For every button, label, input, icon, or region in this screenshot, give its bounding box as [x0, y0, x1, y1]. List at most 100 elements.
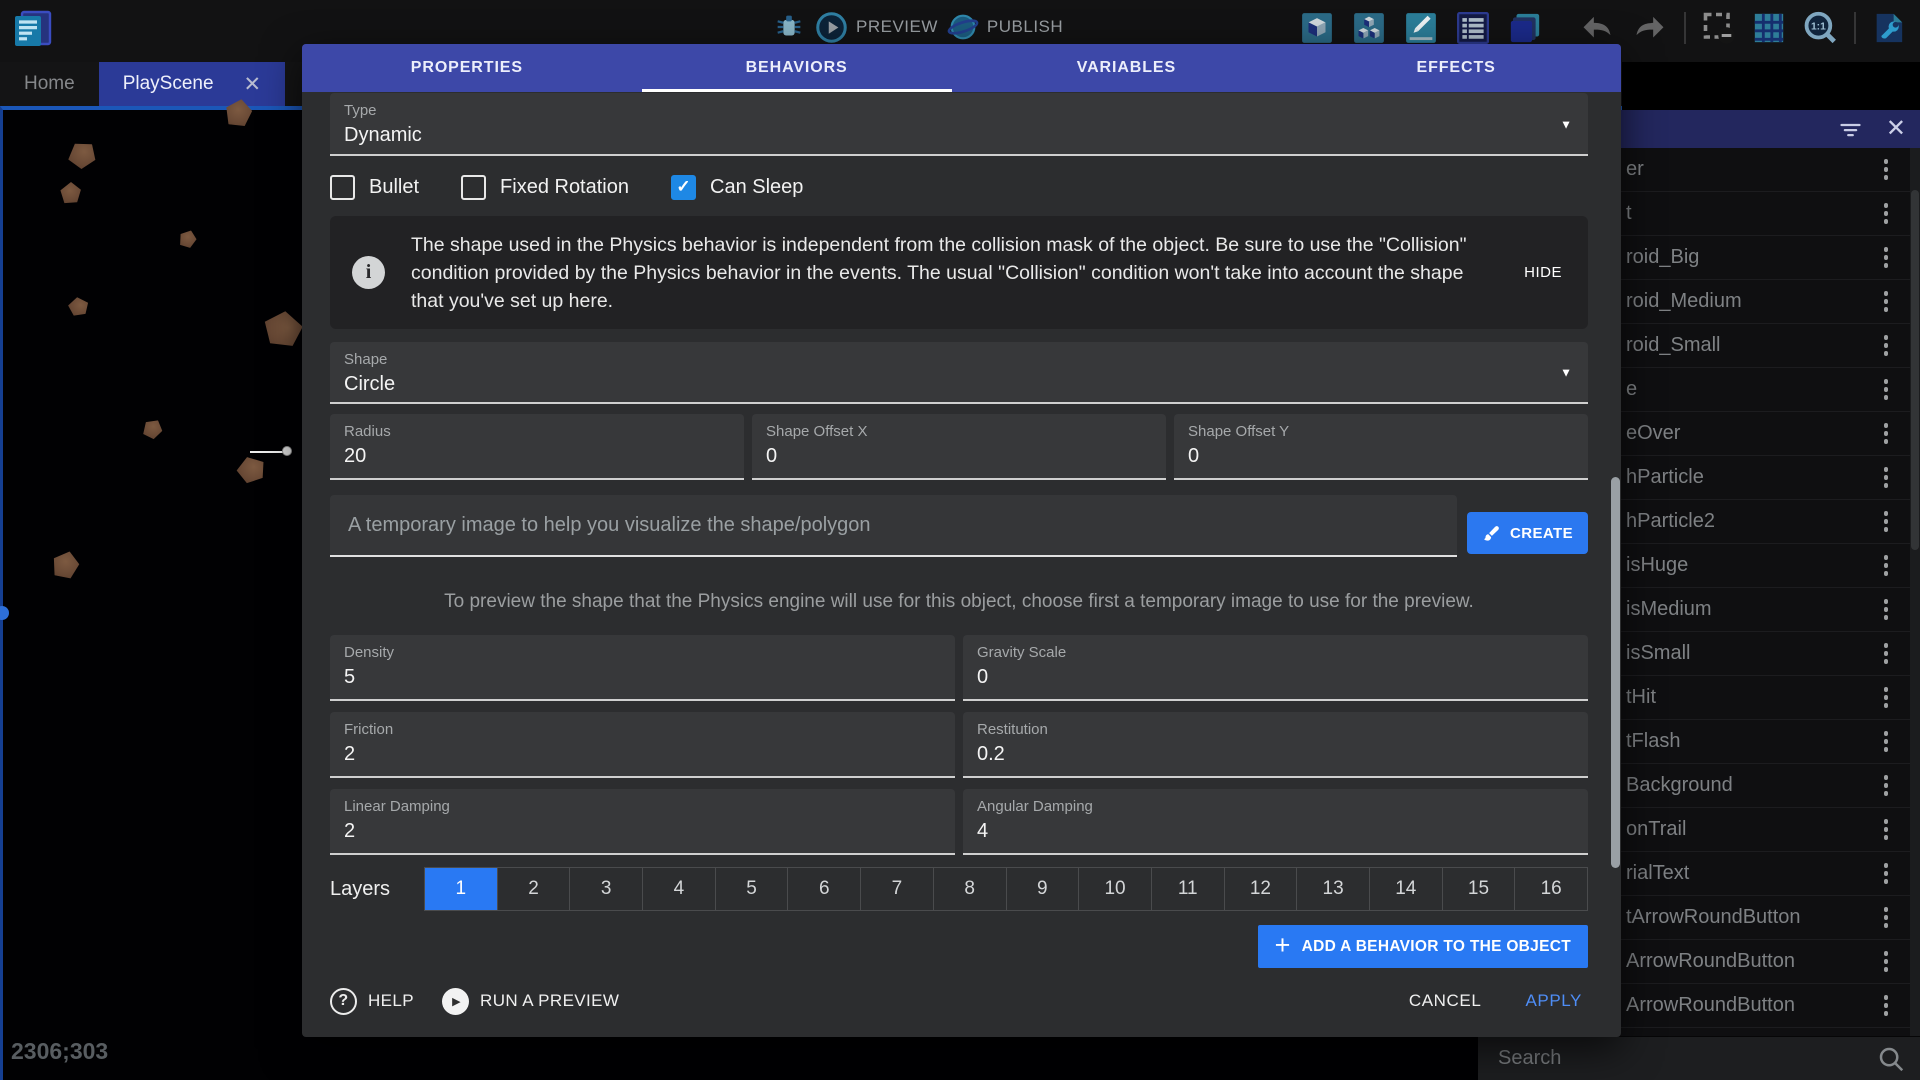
publish-button[interactable]: PUBLISH — [947, 11, 1063, 43]
asteroid-sprite[interactable] — [233, 451, 272, 490]
undo-icon[interactable] — [1578, 9, 1616, 47]
close-tab-icon[interactable]: ✕ — [244, 74, 262, 95]
item-menu-icon[interactable] — [1884, 863, 1889, 884]
layer-button-6[interactable]: 6 — [788, 868, 861, 910]
layer-button-5[interactable]: 5 — [716, 868, 789, 910]
layer-button-4[interactable]: 4 — [643, 868, 716, 910]
hide-button[interactable]: HIDE — [1512, 264, 1574, 281]
dialog-tab-variables[interactable]: VARIABLES — [962, 44, 1292, 92]
checkbox-unchecked-icon[interactable] — [461, 175, 486, 200]
tab-home[interactable]: Home — [0, 62, 99, 106]
redo-icon[interactable] — [1631, 9, 1669, 47]
checkbox-checked-icon[interactable]: ✓ — [671, 175, 696, 200]
layer-button-14[interactable]: 14 — [1370, 868, 1443, 910]
item-menu-icon[interactable] — [1884, 335, 1889, 356]
field-restitution[interactable]: Restitution0.2 — [963, 712, 1588, 778]
project-settings-icon[interactable] — [1871, 11, 1905, 45]
events-sheet-icon[interactable] — [1456, 11, 1490, 45]
item-menu-icon[interactable] — [1884, 467, 1889, 488]
item-menu-icon[interactable] — [1884, 555, 1889, 576]
layer-button-3[interactable]: 3 — [570, 868, 643, 910]
search-input[interactable] — [1496, 1046, 1876, 1071]
create-button[interactable]: CREATE — [1467, 512, 1588, 554]
shape-dropdown[interactable]: Shape Circle ▼ — [330, 342, 1588, 404]
preview-button[interactable]: PREVIEW — [815, 11, 938, 44]
tab-playscene[interactable]: PlayScene✕ — [99, 62, 285, 106]
zoom-one-to-one-icon[interactable]: 1:1 — [1801, 9, 1839, 47]
selection-handle[interactable] — [282, 446, 292, 456]
item-menu-icon[interactable] — [1884, 203, 1889, 224]
layers-icon[interactable] — [1508, 11, 1542, 45]
run-preview-button[interactable]: ▶ RUN A PREVIEW — [442, 988, 619, 1015]
checkbox-unchecked-icon[interactable] — [330, 175, 355, 200]
dialog-tab-properties[interactable]: PROPERTIES — [302, 44, 632, 92]
item-menu-icon[interactable] — [1884, 379, 1889, 400]
asteroid-sprite[interactable] — [49, 548, 83, 582]
help-button[interactable]: ? HELP — [330, 988, 414, 1015]
layer-button-1[interactable]: 1 — [425, 868, 498, 910]
layer-button-15[interactable]: 15 — [1443, 868, 1516, 910]
item-menu-icon[interactable] — [1884, 291, 1889, 312]
item-menu-icon[interactable] — [1884, 775, 1889, 796]
layer-button-7[interactable]: 7 — [861, 868, 934, 910]
item-menu-icon[interactable] — [1884, 643, 1889, 664]
asteroid-sprite[interactable] — [66, 294, 93, 321]
cancel-button[interactable]: CANCEL — [1409, 991, 1482, 1011]
field-shape-offset-x[interactable]: Shape Offset X0 — [752, 414, 1166, 480]
type-dropdown[interactable]: Type Dynamic ▼ — [330, 93, 1588, 156]
layer-button-8[interactable]: 8 — [934, 868, 1007, 910]
add-behavior-button[interactable]: + ADD A BEHAVIOR TO THE OBJECT — [1258, 925, 1588, 968]
dialog-tab-behaviors[interactable]: BEHAVIORS — [632, 44, 962, 92]
field-friction[interactable]: Friction2 — [330, 712, 955, 778]
field-gravity-scale[interactable]: Gravity Scale0 — [963, 635, 1588, 701]
temp-image-input[interactable] — [346, 513, 1441, 538]
checkbox-bullet[interactable]: Bullet — [330, 175, 419, 200]
deselect-icon[interactable] — [1701, 10, 1737, 46]
item-menu-icon[interactable] — [1884, 995, 1889, 1016]
item-menu-icon[interactable] — [1884, 819, 1889, 840]
item-menu-icon[interactable] — [1884, 599, 1889, 620]
item-menu-icon[interactable] — [1884, 731, 1889, 752]
dialog-tab-effects[interactable]: EFFECTS — [1291, 44, 1621, 92]
item-menu-icon[interactable] — [1884, 247, 1889, 268]
checkbox-fixed-rotation[interactable]: Fixed Rotation — [461, 175, 629, 200]
item-menu-icon[interactable] — [1884, 511, 1889, 532]
item-menu-icon[interactable] — [1884, 907, 1889, 928]
apply-button[interactable]: APPLY — [1525, 991, 1582, 1011]
field-radius[interactable]: Radius20 — [330, 414, 744, 480]
field-angular-damping[interactable]: Angular Damping4 — [963, 789, 1588, 855]
field-linear-damping[interactable]: Linear Damping2 — [330, 789, 955, 855]
asteroid-sprite[interactable] — [60, 182, 82, 204]
asteroid-sprite[interactable] — [63, 135, 102, 174]
layer-button-12[interactable]: 12 — [1225, 868, 1298, 910]
field-density[interactable]: Density5 — [330, 635, 955, 701]
objects-icon[interactable] — [1300, 11, 1334, 45]
asteroid-sprite[interactable] — [176, 227, 199, 250]
layer-button-10[interactable]: 10 — [1079, 868, 1152, 910]
dialog-scrollbar-thumb[interactable] — [1611, 477, 1620, 868]
layer-button-9[interactable]: 9 — [1007, 868, 1080, 910]
play-circle-icon — [815, 11, 848, 44]
item-menu-icon[interactable] — [1884, 951, 1889, 972]
layer-button-2[interactable]: 2 — [498, 868, 571, 910]
project-manager-icon[interactable] — [8, 6, 56, 54]
objects-list-scrollbar[interactable] — [1910, 148, 1920, 1036]
asteroid-sprite[interactable] — [262, 308, 306, 352]
checkbox-can-sleep[interactable]: ✓Can Sleep — [671, 175, 803, 200]
item-menu-icon[interactable] — [1884, 159, 1889, 180]
layer-button-11[interactable]: 11 — [1152, 868, 1225, 910]
edit-scene-icon[interactable] — [1404, 11, 1438, 45]
close-panel-icon[interactable]: ✕ — [1886, 117, 1906, 141]
grid-icon[interactable] — [1752, 11, 1786, 45]
dialog-body: Type Dynamic ▼ Bullet Fixed Rotation ✓Can … — [302, 92, 1621, 1037]
layer-button-13[interactable]: 13 — [1297, 868, 1370, 910]
field-shape-offset-y[interactable]: Shape Offset Y0 — [1174, 414, 1588, 480]
item-menu-icon[interactable] — [1884, 687, 1889, 708]
item-menu-icon[interactable] — [1884, 423, 1889, 444]
asteroid-sprite[interactable] — [139, 415, 166, 442]
debug-icon[interactable] — [772, 10, 806, 44]
object-groups-icon[interactable] — [1352, 11, 1386, 45]
filter-icon[interactable] — [1837, 116, 1864, 143]
temp-image-field[interactable] — [330, 495, 1457, 557]
layer-button-16[interactable]: 16 — [1515, 868, 1587, 910]
